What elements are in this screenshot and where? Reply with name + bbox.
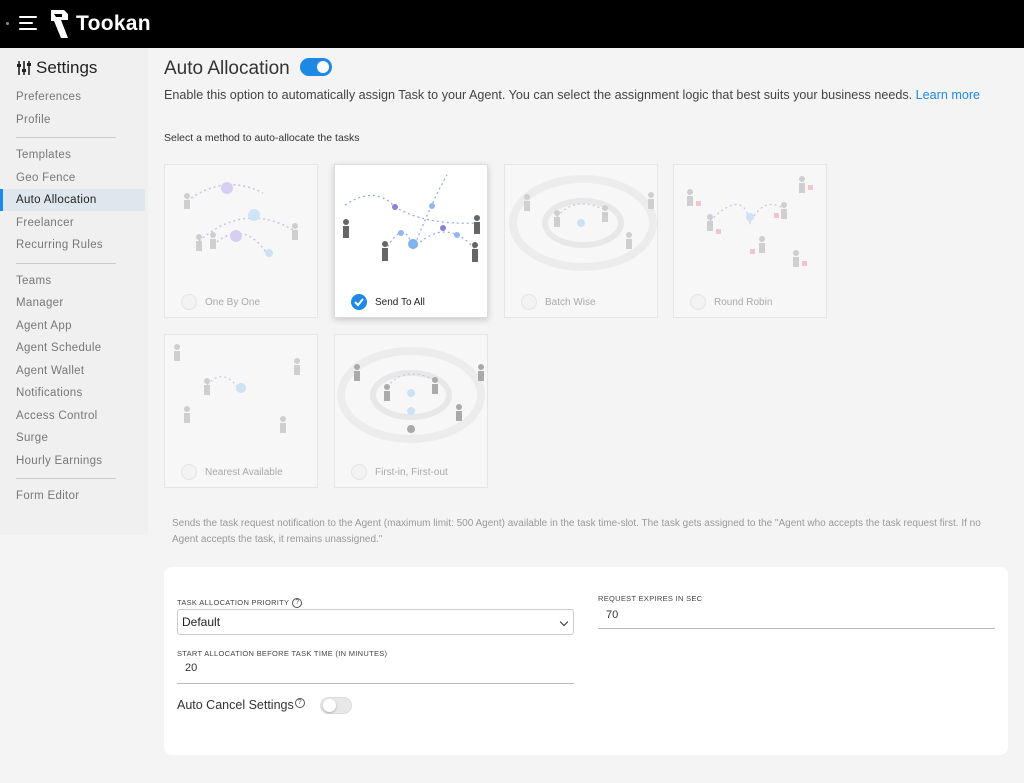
priority-label: TASK ALLOCATION PRIORITY? <box>177 598 303 609</box>
sidebar-item-recurring-rules[interactable]: Recurring Rules <box>0 234 145 256</box>
one-by-one-radio[interactable] <box>181 294 197 310</box>
expires-input[interactable]: 70 <box>598 605 995 629</box>
auto-cancel-text: Auto Cancel Settings <box>177 698 294 712</box>
sidebar-item-notifications[interactable]: Notifications <box>0 382 145 404</box>
batch-wise-radio[interactable] <box>521 294 537 310</box>
settings-sidebar: Settings Preferences Profile Templates Geo … <box>0 48 148 535</box>
method-label: Round Robin <box>714 297 773 308</box>
method-label: Batch Wise <box>545 297 596 308</box>
sidebar-item-manager[interactable]: Manager <box>0 292 145 314</box>
sidebar-item-form-editor[interactable]: Form Editor <box>0 485 145 507</box>
help-icon[interactable]: ? <box>294 698 305 708</box>
chevron-down-icon <box>559 617 569 627</box>
sidebar-item-profile[interactable]: Profile <box>0 109 145 131</box>
auto-cancel-label: Auto Cancel Settings? <box>177 698 305 712</box>
sidebar-item-templates[interactable]: Templates <box>0 144 145 166</box>
nearest-available-radio[interactable] <box>181 464 197 480</box>
allocation-settings-panel: TASK ALLOCATION PRIORITY? Default REQUES… <box>164 567 1008 755</box>
start-allocation-label: START ALLOCATION BEFORE TASK TIME (IN MI… <box>177 649 388 658</box>
menu-dot <box>6 22 9 25</box>
method-select-label: Select a method to auto-allocate the tas… <box>164 132 360 144</box>
tookan-logo-icon <box>51 10 68 38</box>
hamburger-menu-icon[interactable] <box>19 16 37 32</box>
method-card-nearest-available[interactable]: Nearest Available <box>164 334 318 488</box>
sliders-icon <box>17 61 31 75</box>
page-description: Enable this option to automatically assi… <box>164 86 1004 105</box>
sidebar-item-freelancer[interactable]: Freelancer <box>0 212 145 234</box>
priority-select[interactable]: Default <box>177 609 574 635</box>
sidebar-title: Settings <box>16 58 97 78</box>
page-title: Auto Allocation <box>164 58 290 79</box>
sidebar-item-auto-allocation[interactable]: Auto Allocation <box>0 189 145 211</box>
batch-wise-illustration <box>509 175 657 271</box>
send-to-all-radio[interactable] <box>351 294 367 310</box>
auto-cancel-toggle[interactable] <box>320 697 352 714</box>
nearest-available-illustration <box>174 344 300 433</box>
method-card-send-to-all[interactable]: Send To All <box>334 164 488 318</box>
sidebar-item-agent-app[interactable]: Agent App <box>0 315 145 337</box>
help-icon[interactable]: ? <box>292 598 303 609</box>
sidebar-item-geo-fence[interactable]: Geo Fence <box>0 167 145 189</box>
method-card-first-in-first-out[interactable]: First-in, First-out <box>334 334 488 488</box>
sidebar-divider <box>16 478 116 479</box>
first-in-first-out-illustration <box>337 347 485 443</box>
start-allocation-input[interactable]: 20 <box>177 659 574 684</box>
method-label: One By One <box>205 297 261 308</box>
sidebar-divider <box>16 262 116 264</box>
priority-label-text: TASK ALLOCATION PRIORITY <box>177 598 290 607</box>
method-card-round-robin[interactable]: Round Robin <box>673 164 827 318</box>
auto-allocation-toggle[interactable] <box>300 58 332 76</box>
sidebar-item-preferences[interactable]: Preferences <box>0 86 145 108</box>
method-card-batch-wise[interactable]: Batch Wise <box>504 164 658 318</box>
description-text: Enable this option to automatically assi… <box>164 88 913 102</box>
sidebar-item-agent-wallet[interactable]: Agent Wallet <box>0 360 145 382</box>
send-to-all-illustration <box>343 174 480 262</box>
method-label: Send To All <box>375 297 425 308</box>
one-by-one-illustration <box>184 182 298 265</box>
expires-label: REQUEST EXPIRES IN SEC <box>598 594 703 603</box>
sidebar-item-agent-schedule[interactable]: Agent Schedule <box>0 337 145 359</box>
sidebar-item-teams[interactable]: Teams <box>0 270 145 292</box>
sidebar-divider <box>16 137 116 138</box>
method-card-one-by-one[interactable]: One By One <box>164 164 318 318</box>
priority-select-value: Default <box>182 615 221 629</box>
check-icon <box>354 298 364 307</box>
method-explanation: Sends the task request notification to t… <box>172 518 981 545</box>
brand-name[interactable]: Tookan <box>76 12 151 36</box>
sidebar-title-text: Settings <box>36 58 98 77</box>
sidebar-item-hourly-earnings[interactable]: Hourly Earnings <box>0 450 145 472</box>
first-in-first-out-radio[interactable] <box>351 464 367 480</box>
round-robin-illustration <box>687 176 813 267</box>
top-bar: Tookan <box>0 0 1024 48</box>
learn-more-link[interactable]: Learn more <box>916 88 980 102</box>
method-label: First-in, First-out <box>375 467 448 478</box>
method-label: Nearest Available <box>205 467 283 478</box>
sidebar-item-access-control[interactable]: Access Control <box>0 405 145 427</box>
sidebar-item-surge[interactable]: Surge <box>0 427 145 449</box>
round-robin-radio[interactable] <box>690 294 706 310</box>
